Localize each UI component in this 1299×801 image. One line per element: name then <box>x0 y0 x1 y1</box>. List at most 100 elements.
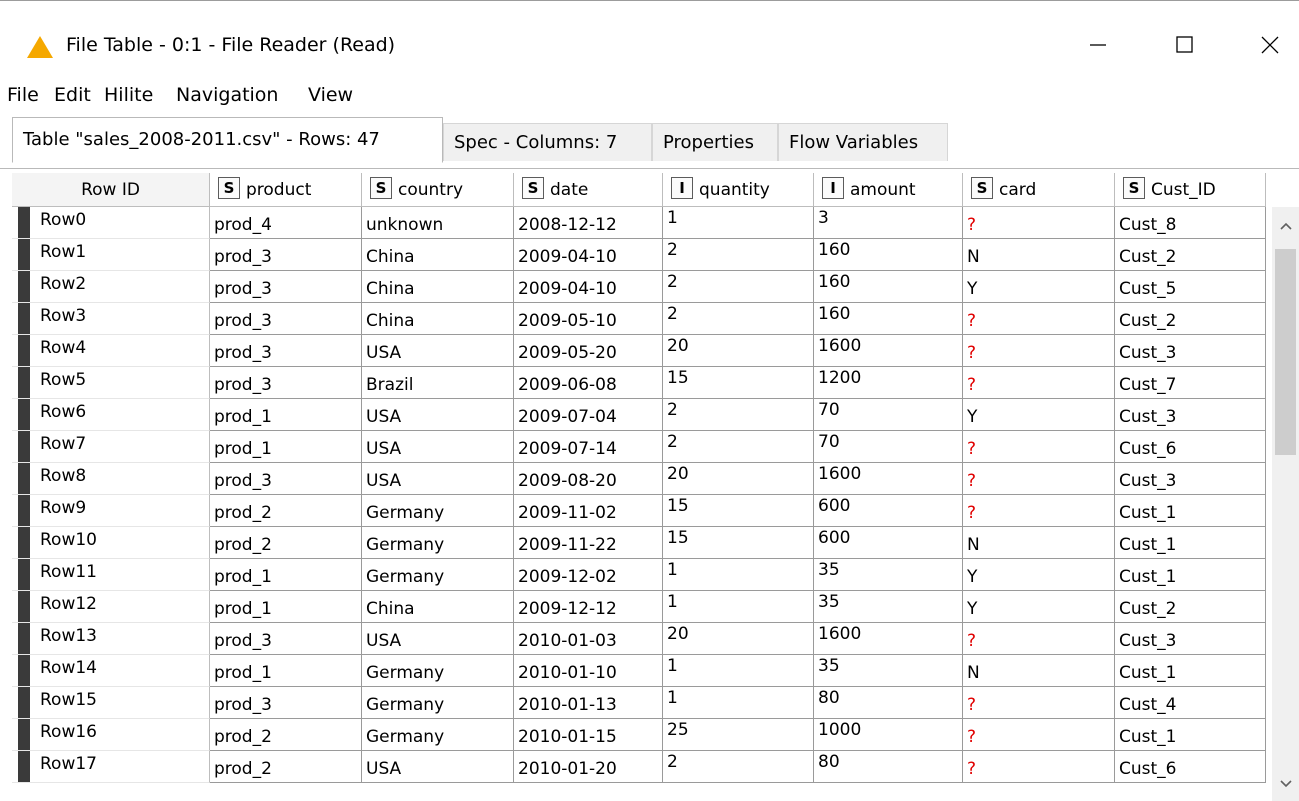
cell-country[interactable]: China <box>362 591 514 623</box>
table-row[interactable]: Row4 prod_3 USA 2009-05-20 20 1600? Cust_3 <box>12 335 1269 367</box>
cell-amount[interactable]: 1600 <box>814 463 963 495</box>
cell-cust-id[interactable]: Cust_2 <box>1115 303 1266 335</box>
cell-card[interactable]: ? <box>963 207 1115 239</box>
cell-card[interactable]: ? <box>963 303 1115 335</box>
menu-hilite[interactable]: Hilite <box>104 80 153 110</box>
cell-cust-id[interactable]: Cust_5 <box>1115 271 1266 303</box>
cell-product[interactable]: prod_1 <box>210 591 362 623</box>
cell-date[interactable]: 2010-01-13 <box>514 687 663 719</box>
tab-flow-variables[interactable]: Flow Variables <box>778 123 948 161</box>
cell-quantity[interactable]: 15 <box>663 367 814 399</box>
minimize-button[interactable] <box>1068 23 1128 67</box>
cell-card[interactable]: ? <box>963 751 1115 783</box>
cell-amount[interactable]: 70 <box>814 399 963 431</box>
cell-product[interactable]: prod_4 <box>210 207 362 239</box>
cell-date[interactable]: 2009-05-20 <box>514 335 663 367</box>
cell-date[interactable]: 2009-07-04 <box>514 399 663 431</box>
row-id-cell[interactable]: Row17 <box>12 751 210 783</box>
table-row[interactable]: Row5 prod_3 Brazil 2009-06-08 15 1200? Cust_7 <box>12 367 1269 399</box>
cell-cust-id[interactable]: Cust_3 <box>1115 623 1266 655</box>
cell-country[interactable]: unknown <box>362 207 514 239</box>
cell-date[interactable]: 2009-12-02 <box>514 559 663 591</box>
cell-card[interactable]: ? <box>963 431 1115 463</box>
cell-date[interactable]: 2009-04-10 <box>514 271 663 303</box>
cell-product[interactable]: prod_1 <box>210 431 362 463</box>
table-row[interactable]: Row3 prod_3 China 2009-05-10 2 160? Cust_2 <box>12 303 1269 335</box>
cell-cust-id[interactable]: Cust_4 <box>1115 687 1266 719</box>
cell-cust-id[interactable]: Cust_3 <box>1115 335 1266 367</box>
cell-date[interactable]: 2009-11-02 <box>514 495 663 527</box>
cell-card[interactable]: Y <box>963 591 1115 623</box>
table-row[interactable]: Row13 prod_3 USA 2010-01-03 20 1600? Cust_3 <box>12 623 1269 655</box>
cell-quantity[interactable]: 20 <box>663 623 814 655</box>
row-id-cell[interactable]: Row8 <box>12 463 210 495</box>
cell-quantity[interactable]: 20 <box>663 463 814 495</box>
cell-product[interactable]: prod_3 <box>210 367 362 399</box>
cell-country[interactable]: USA <box>362 335 514 367</box>
table-row[interactable]: Row1 prod_3 China 2009-04-10 2 160 N Cust_2 <box>12 239 1269 271</box>
cell-cust-id[interactable]: Cust_2 <box>1115 591 1266 623</box>
cell-amount[interactable]: 35 <box>814 655 963 687</box>
cell-cust-id[interactable]: Cust_3 <box>1115 463 1266 495</box>
cell-country[interactable]: USA <box>362 623 514 655</box>
cell-date[interactable]: 2010-01-20 <box>514 751 663 783</box>
cell-country[interactable]: USA <box>362 463 514 495</box>
cell-card[interactable]: ? <box>963 463 1115 495</box>
table-row[interactable]: Row7 prod_1 USA 2009-07-14 2 70? Cust_6 <box>12 431 1269 463</box>
cell-quantity[interactable]: 2 <box>663 751 814 783</box>
cell-date[interactable]: 2009-05-10 <box>514 303 663 335</box>
table-row[interactable]: Row2 prod_3 China 2009-04-10 2 160 Y Cust_5 <box>12 271 1269 303</box>
cell-card[interactable]: N <box>963 655 1115 687</box>
table-row[interactable]: Row17 prod_2 USA 2010-01-20 2 80? Cust_6 <box>12 751 1269 783</box>
cell-quantity[interactable]: 1 <box>663 559 814 591</box>
header-cust-id[interactable]: S Cust_ID <box>1115 173 1266 207</box>
cell-card[interactable]: ? <box>963 623 1115 655</box>
cell-product[interactable]: prod_2 <box>210 495 362 527</box>
row-id-cell[interactable]: Row15 <box>12 687 210 719</box>
cell-country[interactable]: USA <box>362 399 514 431</box>
cell-cust-id[interactable]: Cust_1 <box>1115 495 1266 527</box>
row-id-cell[interactable]: Row14 <box>12 655 210 687</box>
header-amount[interactable]: Iamount <box>814 173 963 207</box>
cell-cust-id[interactable]: Cust_1 <box>1115 559 1266 591</box>
row-id-cell[interactable]: Row3 <box>12 303 210 335</box>
scroll-up-icon[interactable] <box>1279 221 1293 231</box>
cell-cust-id[interactable]: Cust_6 <box>1115 751 1266 783</box>
header-country[interactable]: Scountry <box>362 173 514 207</box>
cell-amount[interactable]: 1000 <box>814 719 963 751</box>
row-id-cell[interactable]: Row12 <box>12 591 210 623</box>
cell-product[interactable]: prod_3 <box>210 623 362 655</box>
cell-country[interactable]: Germany <box>362 719 514 751</box>
cell-product[interactable]: prod_1 <box>210 559 362 591</box>
cell-quantity[interactable]: 1 <box>663 687 814 719</box>
row-id-cell[interactable]: Row6 <box>12 399 210 431</box>
tab-table[interactable]: Table "sales_2008-2011.csv" - Rows: 47 <box>12 117 443 163</box>
cell-cust-id[interactable]: Cust_1 <box>1115 655 1266 687</box>
cell-date[interactable]: 2010-01-10 <box>514 655 663 687</box>
cell-amount[interactable]: 160 <box>814 239 963 271</box>
cell-quantity[interactable]: 15 <box>663 527 814 559</box>
cell-quantity[interactable]: 2 <box>663 271 814 303</box>
cell-amount[interactable]: 70 <box>814 431 963 463</box>
cell-card[interactable]: Y <box>963 271 1115 303</box>
cell-card[interactable]: ? <box>963 367 1115 399</box>
cell-quantity[interactable]: 1 <box>663 655 814 687</box>
cell-quantity[interactable]: 15 <box>663 495 814 527</box>
row-id-cell[interactable]: Row13 <box>12 623 210 655</box>
cell-date[interactable]: 2009-06-08 <box>514 367 663 399</box>
cell-country[interactable]: China <box>362 239 514 271</box>
scrollbar-thumb[interactable] <box>1275 249 1296 455</box>
cell-country[interactable]: Germany <box>362 687 514 719</box>
cell-cust-id[interactable]: Cust_1 <box>1115 527 1266 559</box>
cell-amount[interactable]: 160 <box>814 303 963 335</box>
table-row[interactable]: Row12 prod_1 China 2009-12-12 1 35 Y Cust_2 <box>12 591 1269 623</box>
cell-quantity[interactable]: 2 <box>663 399 814 431</box>
close-button[interactable] <box>1240 23 1299 67</box>
cell-date[interactable]: 2010-01-03 <box>514 623 663 655</box>
header-quantity[interactable]: Iquantity <box>663 173 814 207</box>
cell-date[interactable]: 2009-11-22 <box>514 527 663 559</box>
menu-file[interactable]: File <box>7 80 39 110</box>
row-id-cell[interactable]: Row11 <box>12 559 210 591</box>
tab-properties[interactable]: Properties <box>652 123 778 161</box>
scroll-down-icon[interactable] <box>1279 779 1293 789</box>
